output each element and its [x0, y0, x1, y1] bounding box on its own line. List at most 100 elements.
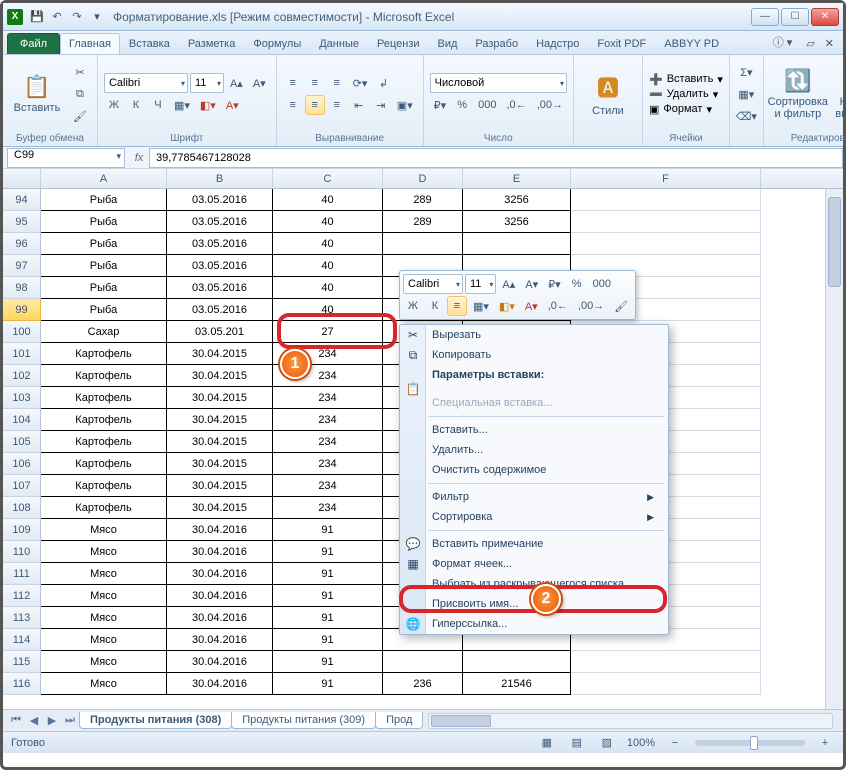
row-header[interactable]: 114 [3, 629, 41, 651]
row-header[interactable]: 98 [3, 277, 41, 299]
tab-file[interactable]: Файл [7, 33, 60, 54]
cell[interactable]: 91 [273, 541, 383, 563]
copy-icon[interactable]: ⧉ [69, 84, 91, 104]
cell[interactable]: 03.05.201 [167, 321, 273, 343]
cell[interactable]: Картофель [41, 431, 167, 453]
sheet-tab-1[interactable]: Продукты питания (309) [231, 712, 376, 729]
cell[interactable]: 40 [273, 255, 383, 277]
cell[interactable]: 234 [273, 475, 383, 497]
cell[interactable]: Картофель [41, 497, 167, 519]
tab-insert[interactable]: Вставка [120, 33, 179, 54]
ctx-cut[interactable]: ✂Вырезать [400, 325, 668, 345]
cell[interactable]: 234 [273, 409, 383, 431]
tab-abbyy[interactable]: ABBYY PD [655, 33, 728, 54]
align-center-icon[interactable]: ≡ [305, 95, 325, 115]
ctx-filter[interactable]: Фильтр▶ [400, 487, 668, 507]
tab-addins[interactable]: Надстро [527, 33, 588, 54]
cell[interactable]: 30.04.2016 [167, 629, 273, 651]
mini-percent-icon[interactable]: % [567, 274, 587, 294]
cell[interactable]: 03.05.2016 [167, 233, 273, 255]
cell[interactable]: 03.05.2016 [167, 189, 273, 211]
cell[interactable] [383, 651, 463, 673]
row-header[interactable]: 115 [3, 651, 41, 673]
col-header-c[interactable]: C [273, 169, 383, 188]
row-header[interactable]: 111 [3, 563, 41, 585]
cell[interactable]: 30.04.2015 [167, 475, 273, 497]
cell[interactable]: Рыба [41, 211, 167, 233]
maximize-button[interactable]: ☐ [781, 8, 809, 26]
cut-icon[interactable]: ✂ [69, 62, 91, 82]
cell[interactable]: 40 [273, 277, 383, 299]
cell[interactable]: 03.05.2016 [167, 211, 273, 233]
sheet-nav-last-icon[interactable]: ⏭ [61, 712, 79, 730]
cell[interactable]: Мясо [41, 563, 167, 585]
cell[interactable]: 289 [383, 211, 463, 233]
ctx-copy[interactable]: ⧉Копировать [400, 345, 668, 365]
cell[interactable]: 30.04.2016 [167, 541, 273, 563]
cell[interactable]: 30.04.2016 [167, 651, 273, 673]
tab-layout[interactable]: Разметка [179, 33, 245, 54]
dd-icon[interactable]: ▾ [713, 88, 719, 101]
qa-customize-icon[interactable]: ▾ [88, 8, 106, 26]
ctx-hyperlink[interactable]: 🌐Гиперссылка... [400, 614, 668, 634]
cell[interactable]: 30.04.2015 [167, 343, 273, 365]
cell[interactable]: 30.04.2015 [167, 409, 273, 431]
cell[interactable]: Мясо [41, 607, 167, 629]
cell[interactable]: 91 [273, 519, 383, 541]
mini-border-icon[interactable]: ▦▾ [469, 296, 493, 316]
cell[interactable]: 30.04.2015 [167, 453, 273, 475]
row-header[interactable]: 104 [3, 409, 41, 431]
cell[interactable]: 3256 [463, 189, 571, 211]
cell[interactable]: 40 [273, 233, 383, 255]
minimize-ribbon-icon[interactable]: ▱ [801, 32, 819, 54]
cell[interactable]: 234 [273, 387, 383, 409]
fill-down-icon[interactable]: ▦▾ [736, 84, 757, 104]
doc-close-icon[interactable]: ✕ [820, 32, 839, 54]
format-cells-icon[interactable]: ▣ [649, 103, 659, 116]
clear-icon[interactable]: ⌫▾ [736, 106, 757, 126]
orientation-icon[interactable]: ⟳▾ [349, 73, 372, 93]
col-header-d[interactable]: D [383, 169, 463, 188]
ctx-insert[interactable]: Вставить... [400, 420, 668, 440]
zoom-out-icon[interactable]: − [665, 733, 685, 753]
cell[interactable]: Мясо [41, 629, 167, 651]
name-box[interactable]: C99 [7, 148, 125, 168]
mini-shrink-font-icon[interactable]: A▾ [521, 274, 542, 294]
cell[interactable]: Рыба [41, 255, 167, 277]
grow-font-icon[interactable]: A▴ [226, 73, 247, 93]
mini-dec-inc-icon[interactable]: ,0← [544, 296, 572, 316]
col-header-a[interactable]: A [41, 169, 167, 188]
border-button[interactable]: ▦▾ [170, 95, 194, 115]
row-header[interactable]: 101 [3, 343, 41, 365]
mini-bold-button[interactable]: Ж [403, 296, 423, 316]
help-icon[interactable]: ⓘ ▾ [764, 29, 802, 54]
hscroll-thumb[interactable] [431, 715, 491, 727]
cell[interactable]: 03.05.2016 [167, 299, 273, 321]
ctx-format-cells[interactable]: ▦Формат ячеек... [400, 554, 668, 574]
view-pagebreak-icon[interactable]: ▧ [597, 733, 617, 753]
font-name-combo[interactable]: Calibri [104, 73, 188, 93]
scroll-thumb[interactable] [828, 197, 841, 287]
row-header[interactable]: 109 [3, 519, 41, 541]
font-color-button[interactable]: A▾ [222, 95, 243, 115]
cell[interactable]: Картофель [41, 453, 167, 475]
cell[interactable]: 91 [273, 563, 383, 585]
cell[interactable]: Мясо [41, 585, 167, 607]
qa-redo-icon[interactable]: ↷ [68, 8, 86, 26]
cell[interactable]: Рыба [41, 299, 167, 321]
cell[interactable] [571, 211, 761, 233]
tab-data[interactable]: Данные [310, 33, 368, 54]
cell[interactable] [571, 673, 761, 695]
cell[interactable]: 30.04.2016 [167, 673, 273, 695]
tab-foxit[interactable]: Foxit PDF [588, 33, 655, 54]
row-header[interactable]: 110 [3, 541, 41, 563]
font-size-combo[interactable]: 11 [190, 73, 224, 93]
mini-font-combo[interactable]: Calibri [403, 274, 463, 294]
vertical-scrollbar[interactable] [825, 189, 843, 709]
mini-italic-button[interactable]: К [425, 296, 445, 316]
row-header[interactable]: 95 [3, 211, 41, 233]
row-header[interactable]: 105 [3, 431, 41, 453]
cell[interactable] [463, 233, 571, 255]
mini-fill-icon[interactable]: ◧▾ [495, 296, 519, 316]
row-header[interactable]: 102 [3, 365, 41, 387]
